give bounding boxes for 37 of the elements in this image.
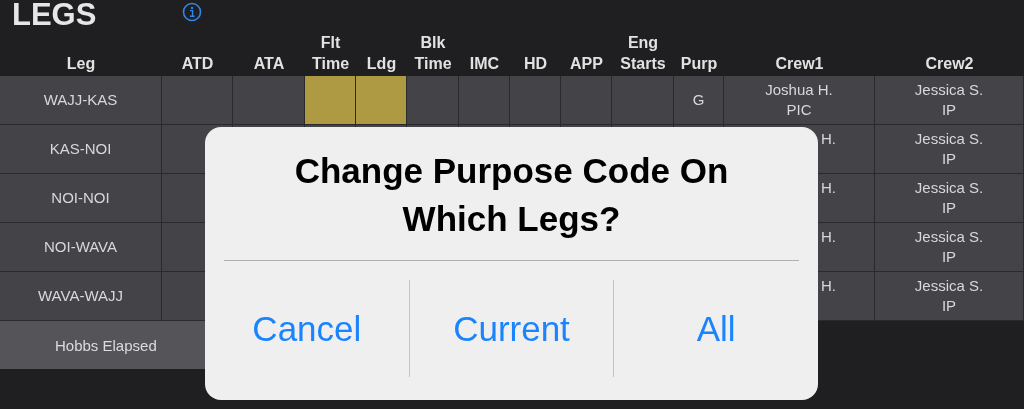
column-header: Crew1 [774,54,825,74]
table-cell[interactable] [612,76,674,125]
column-header: APP [569,54,604,74]
table-cell[interactable] [233,76,305,125]
dialog-title: Change Purpose Code On Which Legs? [224,127,799,261]
table-cell[interactable]: KAS-NOI [0,125,162,174]
column-header: ATA [252,54,286,74]
column-header: Leg [65,54,97,74]
table-cell[interactable] [356,76,407,125]
column-header: Flt Time [310,33,351,74]
table-cell[interactable] [459,76,510,125]
table-cell[interactable]: Jessica S. IP [875,272,1024,321]
column-header: Eng Starts [619,33,667,74]
table-cell[interactable]: Joshua H. PIC [724,76,875,125]
column-header: Purp [679,54,719,74]
column-header: Crew2 [924,54,975,74]
table-cell[interactable]: Jessica S. IP [875,125,1024,174]
table-cell[interactable]: WAVA-WAJJ [0,272,162,321]
table-cell[interactable]: Jessica S. IP [875,223,1024,272]
table-cell[interactable]: Jessica S. IP [875,174,1024,223]
column-header: Blk Time [413,33,453,74]
column-header: IMC [468,54,501,74]
table-cell[interactable]: Jessica S. IP [875,76,1024,125]
table-cell[interactable] [407,76,459,125]
table-cell[interactable]: WAJJ-KAS [0,76,162,125]
table-cell[interactable]: NOI-NOI [0,174,162,223]
info-icon[interactable] [182,2,203,22]
column-header: ATD [180,54,215,74]
table-cell[interactable] [305,76,356,125]
table-cell[interactable]: NOI-WAVA [0,223,162,272]
table-cell[interactable] [510,76,561,125]
table-cell[interactable]: G [674,76,724,125]
column-header: Ldg [365,54,398,74]
table-cell[interactable] [162,76,233,125]
column-header: HD [522,54,549,74]
page-title: LEGS [12,0,97,30]
table-cell[interactable] [561,76,612,125]
